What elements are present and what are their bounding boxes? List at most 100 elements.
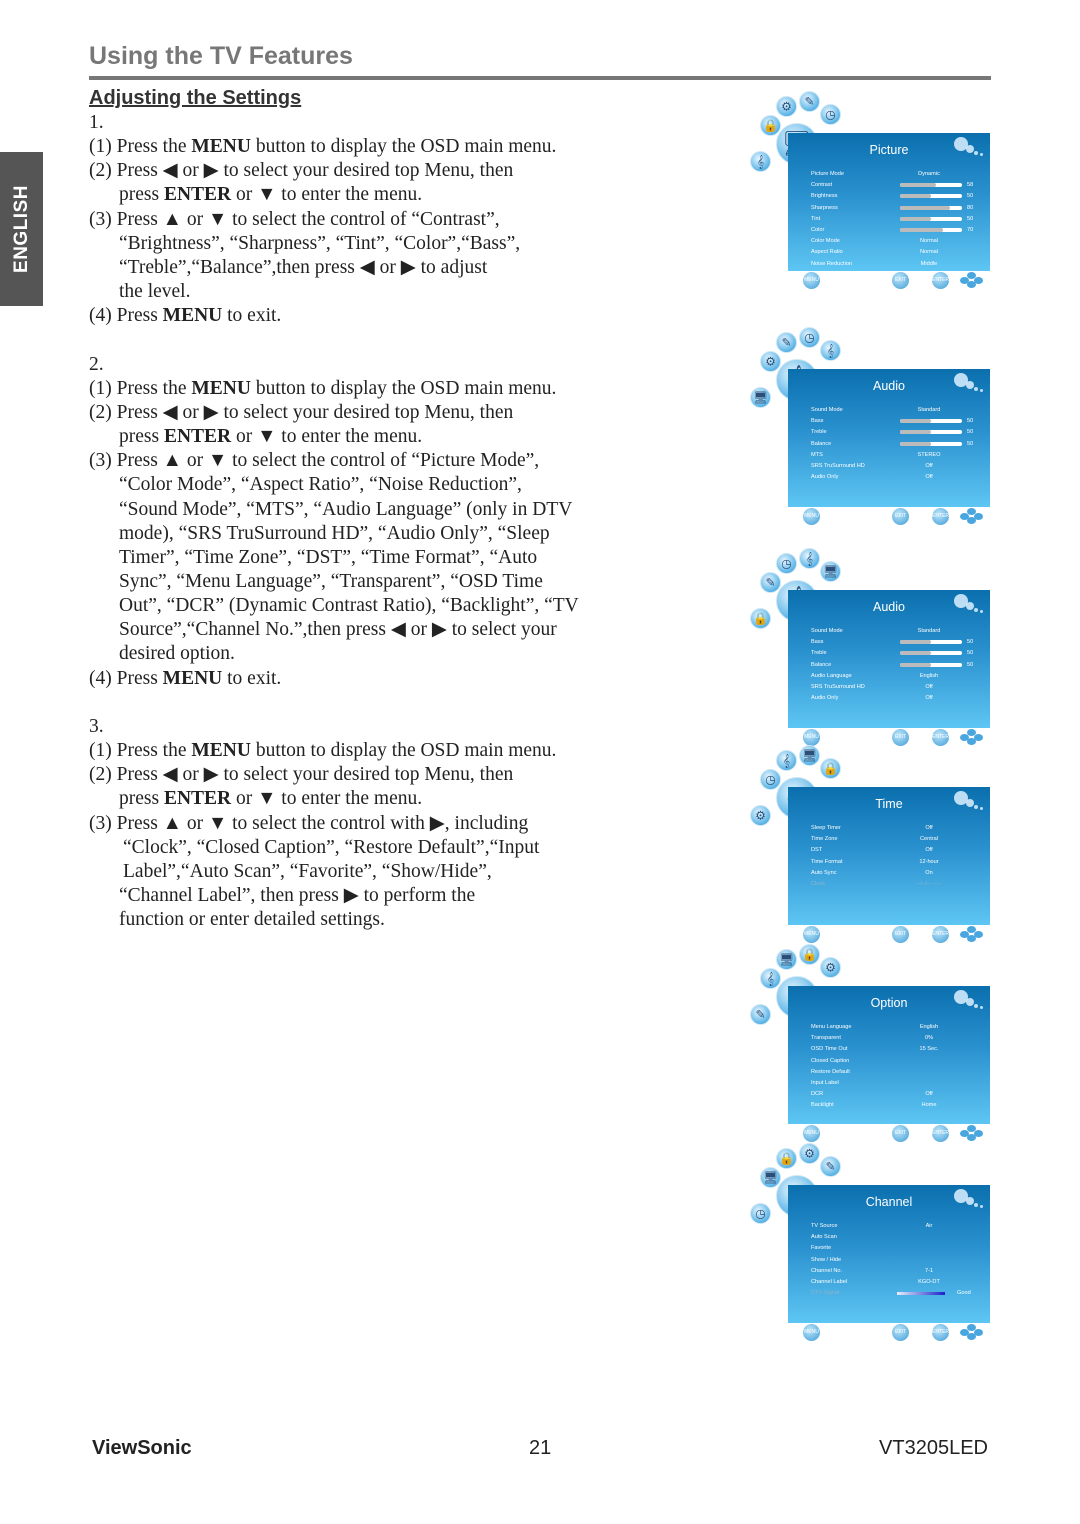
osd-setting-row[interactable]: Picture Mode Dynamic [811, 169, 981, 180]
osd-setting-row[interactable]: DST Off [811, 845, 981, 856]
exit-button-icon: EXIT [892, 508, 909, 525]
osd-setting-row[interactable]: Color Mode Normal [811, 236, 981, 247]
osd-setting-row[interactable]: SRS TruSurround HD Off [811, 461, 981, 472]
osd-setting-row[interactable]: Closed Caption [811, 1056, 981, 1067]
osd-setting-row[interactable]: DCR Off [811, 1089, 981, 1100]
menu-category-icon[interactable]: ⚙ [799, 1143, 820, 1164]
osd-setting-row[interactable]: Balance 50 [811, 660, 981, 671]
setting-label: SRS TruSurround HD [811, 463, 865, 469]
osd-setting-row[interactable]: Sound Mode Standard [811, 405, 981, 416]
menu-category-icon[interactable]: 🖥 [799, 745, 820, 766]
osd-setting-row[interactable]: Restore Default [811, 1067, 981, 1078]
setting-slider[interactable] [900, 662, 962, 667]
setting-slider[interactable] [900, 205, 962, 210]
setting-slider[interactable] [900, 228, 962, 232]
osd-setting-row[interactable]: Favorite [811, 1243, 981, 1254]
setting-slider[interactable] [900, 183, 962, 188]
setting-slider[interactable] [900, 216, 962, 221]
osd-setting-row[interactable]: Noise Reduction Middle [811, 259, 981, 270]
setting-label: Backlight [811, 1102, 834, 1109]
exit-button-icon: EXIT [892, 272, 909, 289]
osd-setting-row[interactable]: Auto Scan [811, 1232, 981, 1243]
menu-category-icon[interactable]: ✎ [820, 1156, 841, 1177]
setting-slider[interactable] [900, 430, 962, 435]
osd-setting-row[interactable]: Sleep Timer Off [811, 823, 981, 834]
menu-category-icon[interactable]: 𝄞 [750, 151, 771, 172]
osd-setting-row[interactable]: Sharpness 80 [811, 203, 981, 214]
instruction-line: the level. [119, 281, 191, 303]
osd-setting-row[interactable]: Aspect Ratio Normal [811, 247, 981, 258]
osd-setting-row[interactable]: Auto Sync On [811, 868, 981, 879]
menu-category-icon[interactable]: ⚙ [776, 96, 797, 117]
menu-button-icon: MENU [803, 1324, 820, 1341]
osd-setting-row[interactable]: Color 70 [811, 225, 981, 236]
setting-slider[interactable] [900, 441, 962, 446]
osd-setting-row[interactable]: Audio Only Off [811, 472, 981, 483]
instruction-line: press ENTER or ▼ to enter the menu. [119, 426, 423, 448]
setting-slider[interactable] [900, 194, 962, 199]
osd-setting-row[interactable]: OSD Time Out 15 Sec. [811, 1044, 981, 1055]
osd-setting-row[interactable]: Transparent 0% [811, 1033, 981, 1044]
menu-category-icon[interactable]: ⚙ [820, 957, 841, 978]
menu-button-icon: MENU [803, 926, 820, 943]
menu-category-icon[interactable]: 𝄞 [820, 340, 841, 361]
menu-category-icon[interactable]: 🔒 [750, 608, 771, 629]
signal-strength-bar [897, 1292, 945, 1296]
osd-setting-row[interactable]: Input Label [811, 1078, 981, 1089]
menu-category-icon[interactable]: 🔒 [799, 944, 820, 965]
key-name: MENU [191, 377, 251, 399]
osd-setting-row[interactable]: DTV Signal Good [811, 1288, 981, 1299]
setting-slider[interactable] [900, 419, 962, 424]
osd-setting-row[interactable]: Menu Language English [811, 1022, 981, 1033]
osd-setting-row[interactable]: Sound Mode Standard [811, 626, 981, 637]
instruction-line: function or enter detailed settings. [119, 909, 385, 931]
osd-setting-row[interactable]: Treble 50 [811, 648, 981, 659]
instruction-line: “Color Mode”, “Aspect Ratio”, “Noise Red… [119, 474, 522, 496]
menu-category-icon[interactable]: ✎ [799, 91, 820, 112]
setting-slider[interactable] [900, 651, 962, 656]
osd-setting-row[interactable]: Tint 50 [811, 214, 981, 225]
menu-category-icon[interactable]: 𝄞 [776, 750, 797, 771]
enter-button-icon: ENTER [932, 272, 949, 289]
osd-setting-row[interactable]: MTS STEREO [811, 450, 981, 461]
osd-setting-row[interactable]: Bass 50 [811, 416, 981, 427]
menu-category-icon[interactable]: 𝄞 [799, 548, 820, 569]
osd-setting-row[interactable]: Audio Only Off [811, 693, 981, 704]
menu-category-icon[interactable]: ◷ [750, 1203, 771, 1224]
setting-slider[interactable] [900, 640, 962, 645]
osd-setting-row[interactable]: SRS TruSurround HD Off [811, 682, 981, 693]
menu-category-icon[interactable]: ✎ [776, 332, 797, 353]
instruction-line: Source”,“Channel No.”,then press ◀ or ▶ … [119, 619, 557, 641]
menu-category-icon[interactable]: ◷ [799, 327, 820, 348]
menu-category-icon[interactable]: ◷ [820, 104, 841, 125]
setting-label: Color [811, 227, 825, 233]
menu-category-icon[interactable]: 🔒 [820, 758, 841, 779]
osd-setting-row[interactable]: Time Format 12-hour [811, 857, 981, 868]
key-name: MENU [191, 740, 251, 762]
osd-setting-row[interactable]: Brightness 50 [811, 191, 981, 202]
instruction-line: 1. [89, 112, 104, 133]
osd-setting-row[interactable]: Audio Language English [811, 671, 981, 682]
osd-setting-row[interactable]: Channel No. 7-1 [811, 1266, 981, 1277]
menu-category-icon[interactable]: ◷ [776, 553, 797, 574]
menu-category-icon[interactable]: 🖥 [820, 561, 841, 582]
osd-setting-row[interactable]: Clock --/--/-- --:-- [811, 879, 981, 890]
osd-panel: Channel TV Source Air Auto Scan Favorite Sho… [788, 1185, 990, 1323]
osd-setting-row[interactable]: Contrast 58 [811, 180, 981, 191]
menu-category-icon[interactable]: ⚙ [750, 805, 771, 826]
osd-setting-row[interactable]: Time Zone Central [811, 834, 981, 845]
menu-category-icon[interactable]: ✎ [750, 1004, 771, 1025]
menu-category-icon[interactable]: 🔒 [776, 1148, 797, 1169]
osd-setting-row[interactable]: Backlight Home [811, 1100, 981, 1111]
menu-category-icon[interactable]: 🖥 [776, 949, 797, 970]
osd-setting-row[interactable]: TV Source Air [811, 1221, 981, 1232]
menu-category-icon[interactable]: 🖥 [750, 387, 771, 408]
osd-setting-row[interactable]: Show / Hide [811, 1255, 981, 1266]
setting-label: Closed Caption [811, 1057, 850, 1064]
osd-setting-row[interactable]: Channel Label KGO-DT [811, 1277, 981, 1288]
osd-setting-row[interactable]: Balance 50 [811, 439, 981, 450]
osd-setting-row[interactable]: Bass 50 [811, 637, 981, 648]
setting-label: Tint [811, 215, 821, 222]
osd-setting-row[interactable]: Treble 50 [811, 427, 981, 438]
enter-button-icon: ENTER [932, 926, 949, 943]
